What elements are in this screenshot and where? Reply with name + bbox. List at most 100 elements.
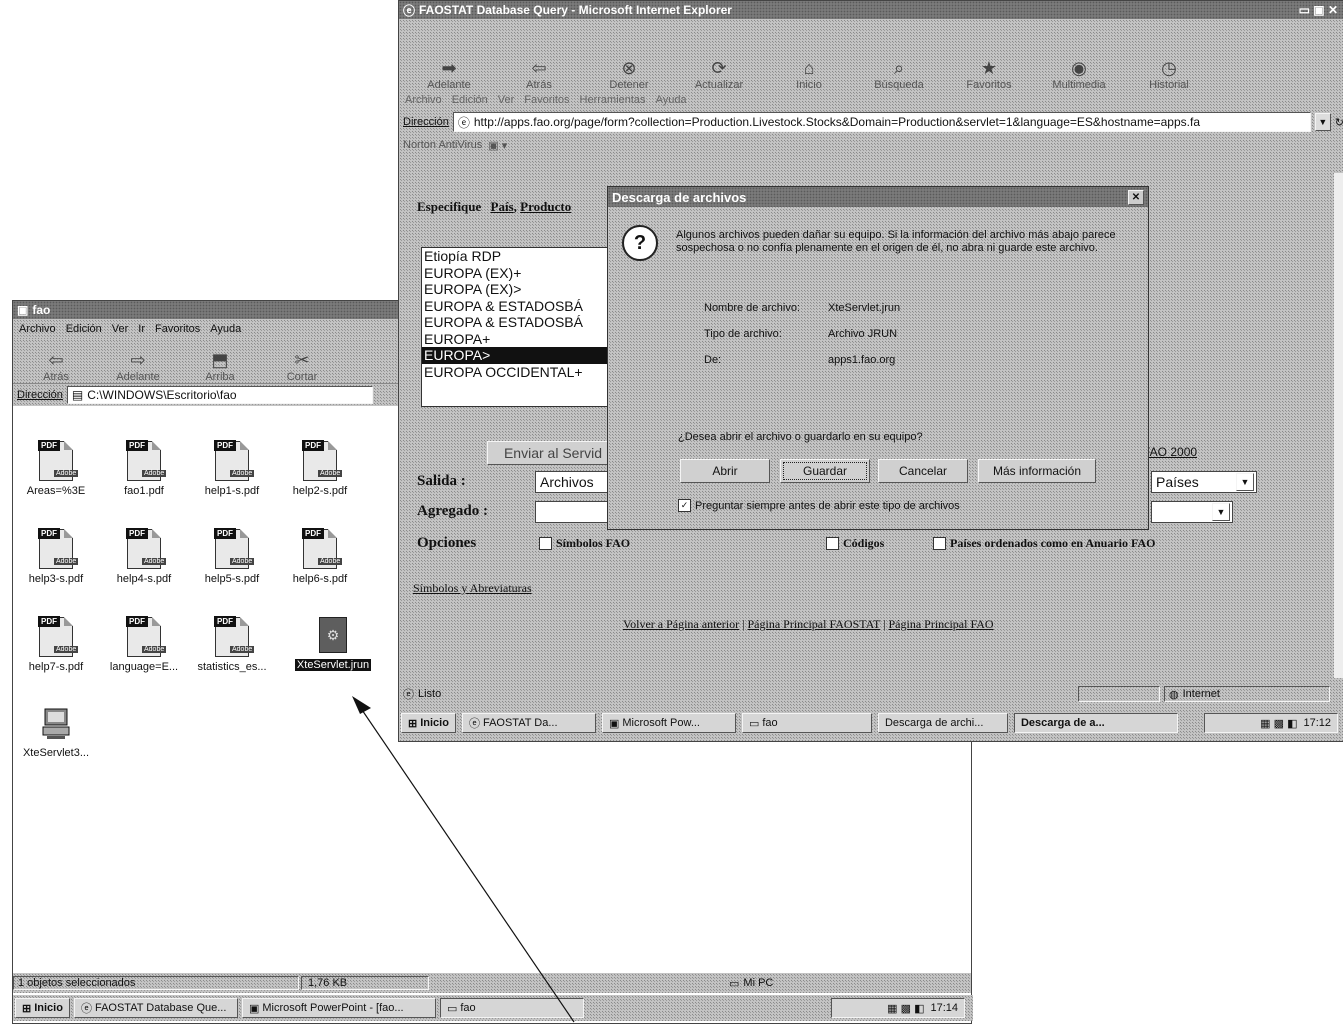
menu-favoritos[interactable]: Favoritos <box>155 323 200 335</box>
file-item[interactable]: PDF Adobe help7-s.pdf <box>13 616 99 673</box>
fao-home-link[interactable]: Página Principal FAO <box>888 617 993 631</box>
close-icon[interactable]: ✕ <box>1128 189 1144 205</box>
menu-ayuda[interactable]: Ayuda <box>210 323 241 335</box>
file-item[interactable]: XteServlet3... <box>13 707 99 759</box>
norton-icon[interactable]: ▣ ▾ <box>488 139 507 152</box>
taskbar-item[interactable]: ⓔ FAOSTAT Da... <box>461 713 596 733</box>
taskbar-item-active[interactable]: ▭ fao <box>439 998 584 1018</box>
menu-archivo[interactable]: Archivo <box>405 94 442 106</box>
menu-ver[interactable]: Ver <box>498 94 515 106</box>
cancel-button[interactable]: Cancelar <box>878 459 968 483</box>
taskbar-item[interactable]: Descarga de archi... <box>877 713 1008 733</box>
media-icon: ◉ <box>1071 58 1087 78</box>
search-button[interactable]: ⌕ Búsqueda <box>859 57 939 91</box>
url-input[interactable]: ⓔ http://apps.fao.org/page/form?collecti… <box>452 112 1311 132</box>
file-item-selected[interactable]: ⚙ XteServlet.jrun <box>285 617 381 671</box>
taskbar-item[interactable]: ▣ Microsoft Pow... <box>601 713 736 733</box>
back-button[interactable]: ⇦ Atrás <box>23 349 89 383</box>
refresh-button[interactable]: ⟳ Actualizar <box>679 57 759 91</box>
file-item[interactable]: PDF Adobe help2-s.pdf <box>277 440 363 497</box>
fao-year-label[interactable]: FAO 2000 <box>1143 445 1197 459</box>
vertical-scrollbar[interactable] <box>1334 173 1343 678</box>
stop-button[interactable]: ⊗ Detener <box>589 57 669 91</box>
menu-favoritos[interactable]: Favoritos <box>524 94 569 106</box>
country-listbox[interactable]: Etiopía RDP EUROPA (EX)+ EUROPA (EX)> EU… <box>421 247 613 407</box>
sorted-checkbox[interactable] <box>933 537 946 550</box>
output-select[interactable]: Archivos <box>535 471 611 493</box>
list-item[interactable]: EUROPA OCCIDENTAL+ <box>422 364 612 381</box>
aggregate-select-right[interactable]: ▼ <box>1151 501 1233 523</box>
file-name: fao1.pdf <box>124 485 164 497</box>
back-button[interactable]: ⇦ Atrás <box>499 57 579 91</box>
home-button[interactable]: ⌂ Inicio <box>769 57 849 91</box>
list-item-selected[interactable]: EUROPA> <box>422 347 612 364</box>
file-item[interactable]: PDF Adobe help4-s.pdf <box>101 528 187 585</box>
file-name: help7-s.pdf <box>28 661 84 673</box>
send-to-server-button[interactable]: Enviar al Servid <box>487 441 619 465</box>
file-item[interactable]: PDF Adobe fao1.pdf <box>101 440 187 497</box>
list-item[interactable]: EUROPA (EX)> <box>422 281 612 298</box>
file-item[interactable]: PDF Adobe help5-s.pdf <box>189 528 275 585</box>
taskbar-item[interactable]: ⓔ FAOSTAT Database Que... <box>73 998 238 1018</box>
taskbar-item-active[interactable]: Descarga de a... <box>1013 713 1178 733</box>
link-producto[interactable]: Producto <box>520 199 571 214</box>
save-button[interactable]: Guardar <box>780 459 870 483</box>
paises-select[interactable]: Países ▼ <box>1151 471 1257 493</box>
start-button[interactable]: ⊞ Inicio <box>401 713 456 733</box>
list-item[interactable]: EUROPA (EX)+ <box>422 265 612 282</box>
more-info-button[interactable]: Más información <box>978 459 1096 483</box>
symbols-abbrev-link[interactable]: Símbolos y Abreviaturas <box>413 581 532 596</box>
aggregate-select[interactable] <box>535 501 611 523</box>
ask-checkbox[interactable]: ✓ <box>678 499 691 512</box>
list-item[interactable]: EUROPA+ <box>422 331 612 348</box>
open-button[interactable]: Abrir <box>680 459 770 483</box>
norton-label[interactable]: Norton AntiVirus <box>403 139 482 151</box>
list-item[interactable]: EUROPA & ESTADOSBÁ <box>422 298 612 315</box>
codes-checkbox[interactable] <box>826 537 839 550</box>
chevron-down-icon[interactable]: ▼ <box>1236 473 1254 491</box>
menu-archivo[interactable]: Archivo <box>19 323 56 335</box>
task-label: Descarga de archi... <box>884 717 984 729</box>
dialog-titlebar[interactable]: Descarga de archivos ✕ <box>608 187 1148 207</box>
file-item[interactable]: PDF Adobe help3-s.pdf <box>13 528 99 585</box>
task-label: Microsoft Pow... <box>622 717 700 729</box>
taskbar-item[interactable]: ▭ fao <box>741 713 872 733</box>
go-icon[interactable]: ↻ <box>1335 116 1343 129</box>
menu-ayuda[interactable]: Ayuda <box>656 94 687 106</box>
link-pais[interactable]: País <box>491 199 514 214</box>
start-button[interactable]: ⊞ Inicio <box>15 998 70 1018</box>
back-page-link[interactable]: Volver a Página anterior <box>623 617 739 631</box>
file-item[interactable]: PDF Adobe statistics_es... <box>189 616 275 673</box>
file-item[interactable]: PDF Adobe language=E... <box>101 616 187 673</box>
file-item[interactable]: PDF Adobe help6-s.pdf <box>277 528 363 585</box>
menu-ir[interactable]: Ir <box>138 323 145 335</box>
pdf-file-icon: PDF Adobe <box>126 528 167 569</box>
file-list: PDF Adobe Areas=%3E PDF Adobe fao1.pdf PDF Ad… <box>13 431 403 861</box>
cut-button[interactable]: ✂ Cortar <box>269 349 335 383</box>
system-tray: ▦ ▩ ◧ 17:14 <box>831 998 965 1018</box>
symbols-checkbox[interactable] <box>539 537 552 550</box>
media-button[interactable]: ◉ Multimedia <box>1039 57 1119 91</box>
chevron-down-icon[interactable]: ▼ <box>1314 113 1331 131</box>
faostat-home-link[interactable]: Página Principal FAOSTAT <box>747 617 880 631</box>
ie-titlebar[interactable]: ⓔ FAOSTAT Database Query - Microsoft Int… <box>399 1 1343 19</box>
window-controls[interactable]: ▭ ▣ ✕ <box>1299 3 1338 17</box>
file-item[interactable]: PDF Adobe help1-s.pdf <box>189 440 275 497</box>
list-item[interactable]: EUROPA & ESTADOSBÁ <box>422 314 612 331</box>
menu-edicion[interactable]: Edición <box>66 323 102 335</box>
address-input[interactable]: ▤ C:\WINDOWS\Escritorio\fao <box>66 386 373 404</box>
list-item[interactable]: Etiopía RDP <box>422 248 612 265</box>
up-button[interactable]: ⬒ Arriba <box>187 349 253 383</box>
back-arrow-icon: ⇦ <box>531 58 547 78</box>
menu-herramientas[interactable]: Herramientas <box>580 94 646 106</box>
file-item[interactable]: PDF Adobe Areas=%3E <box>13 440 99 497</box>
favorites-button[interactable]: ★ Favoritos <box>949 57 1029 91</box>
menu-ver[interactable]: Ver <box>112 323 129 335</box>
chevron-down-icon[interactable]: ▼ <box>1212 503 1230 521</box>
taskbar-item[interactable]: ▣ Microsoft PowerPoint - [fao... <box>241 998 436 1018</box>
menu-edicion[interactable]: Edición <box>452 94 488 106</box>
ie-title: FAOSTAT Database Query - Microsoft Inter… <box>419 3 732 17</box>
forward-button[interactable]: ⇨ Adelante <box>105 349 171 383</box>
history-button[interactable]: ◷ Historial <box>1129 57 1209 91</box>
forward-button[interactable]: ➡ Adelante <box>409 57 489 91</box>
